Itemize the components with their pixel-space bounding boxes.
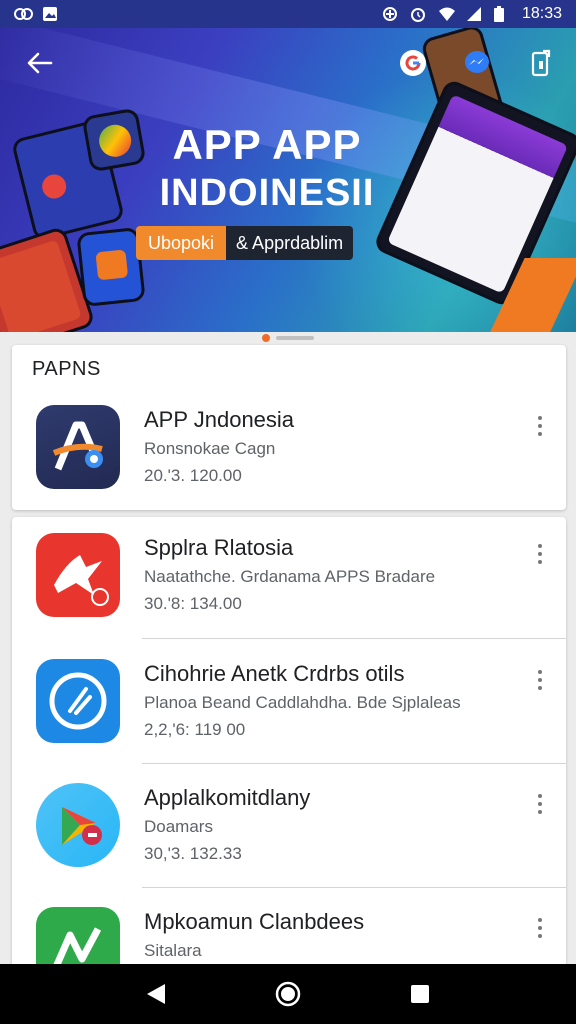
back-triangle-icon [147, 984, 165, 1004]
google-icon [400, 50, 426, 76]
app-name: Applalkomitdlany [144, 785, 311, 810]
messenger-icon [465, 51, 489, 73]
app-name: APP Jndonesia [144, 407, 295, 432]
list-divider [142, 638, 566, 639]
app-icon-play-triangle [36, 783, 120, 867]
back-button[interactable] [20, 43, 60, 83]
app-name: Spplra Rlatosia [144, 535, 294, 560]
wifi-icon [438, 6, 456, 22]
app-description: Sitalara [144, 941, 202, 960]
alarm-icon [410, 6, 428, 22]
google-button[interactable] [398, 48, 428, 78]
data-saver-icon [382, 6, 400, 22]
more-vert-dot-icon [538, 678, 542, 682]
more-vert-dot-icon [538, 552, 542, 556]
carousel-pager [0, 334, 576, 342]
home-circle-icon [275, 981, 301, 1007]
more-options-button[interactable] [528, 789, 552, 819]
more-vert-dot-icon [538, 934, 542, 938]
section-title: PAPNS [32, 358, 101, 380]
decor-phone-screen [95, 249, 129, 281]
featured-section-card: PAPNS APP Jndonesia Ronsnokae Cagn 20.'3… [12, 345, 566, 510]
more-vert-dot-icon [538, 926, 542, 930]
more-vert-dot-icon [538, 416, 542, 420]
hero-title: APP APP INDOINESII [132, 121, 402, 214]
hero-title-line1: APP APP [172, 121, 362, 168]
system-nav-bar [0, 964, 576, 1024]
more-options-button[interactable] [528, 665, 552, 695]
app-icon-red-star [36, 533, 120, 617]
more-vert-dot-icon [538, 686, 542, 690]
hero-banner[interactable]: APP APP INDOINESII Ubopoki & Apprdablim [0, 28, 576, 332]
app-description: Doamars [144, 817, 213, 836]
battery-icon [493, 6, 512, 22]
top-toolbar [0, 28, 576, 98]
app-meta: 30.'8: 134.00 [144, 594, 242, 613]
list-item[interactable]: Applalkomitdlany Doamars 30,'3. 132.33 [12, 767, 566, 891]
app-icon-blue-circle [36, 659, 120, 743]
share-icon [531, 49, 551, 77]
image-notification-icon [42, 6, 60, 22]
list-item[interactable]: Cihohrie Anetk Crdrbs otils Planoa Beand… [12, 643, 566, 767]
app-description: Ronsnokae Cagn [144, 439, 276, 458]
app-meta: 2,2,'6: 119 00 [144, 720, 246, 739]
hero-title-line2: INDOINESII [159, 172, 375, 214]
decor-phone-screen [0, 239, 82, 332]
list-divider [142, 763, 566, 764]
more-vert-dot-icon [538, 544, 542, 548]
list-item[interactable]: Spplra Rlatosia Naatathche. Grdanama APP… [12, 517, 566, 641]
hero-tag-orange: Ubopoki [136, 226, 227, 260]
more-vert-dot-icon [538, 560, 542, 564]
more-vert-dot-icon [538, 424, 542, 428]
signal-icon [466, 6, 484, 22]
arrow-left-icon [27, 52, 53, 74]
more-options-button[interactable] [528, 913, 552, 943]
decor-phone-screen [39, 171, 69, 202]
app-description: Planoa Beand Caddlahdha. Bde Sjplaleas [144, 693, 461, 712]
hero-tagline: Ubopoki & Apprdablim [136, 226, 354, 260]
hero-tag-dark: & Apprdablim [226, 226, 354, 260]
pager-dot-active[interactable] [262, 334, 270, 342]
status-bar: 18:33 [0, 0, 576, 28]
status-time: 18:33 [521, 5, 562, 22]
more-options-button[interactable] [528, 411, 552, 441]
nav-home-button[interactable] [268, 974, 308, 1014]
app-name: Mpkoamun Clanbdees [144, 909, 365, 934]
pager-dot-inactive[interactable] [276, 336, 314, 340]
app-list-card: Spplra Rlatosia Naatathche. Grdanama APP… [12, 517, 566, 991]
decor-phone-screen [96, 122, 134, 160]
more-options-button[interactable] [528, 539, 552, 569]
more-vert-dot-icon [538, 918, 542, 922]
more-vert-dot-icon [538, 802, 542, 806]
vpn-icon [14, 6, 33, 22]
nav-recents-button[interactable] [400, 974, 440, 1014]
list-item-featured[interactable]: APP Jndonesia Ronsnokae Cagn 20.'3. 120.… [12, 389, 566, 513]
more-vert-dot-icon [538, 432, 542, 436]
app-name: Cihohrie Anetk Crdrbs otils [144, 661, 405, 686]
recents-square-icon [411, 985, 429, 1003]
more-vert-dot-icon [538, 810, 542, 814]
list-divider [142, 887, 566, 888]
more-vert-dot-icon [538, 670, 542, 674]
app-icon-app-indonesia [36, 405, 120, 489]
messenger-button[interactable] [462, 48, 492, 78]
app-description: Naatathche. Grdanama APPS Bradare [144, 567, 436, 586]
nav-back-button[interactable] [136, 974, 176, 1014]
app-meta: 20.'3. 120.00 [144, 466, 242, 485]
more-vert-dot-icon [538, 794, 542, 798]
app-meta: 30,'3. 132.33 [144, 844, 242, 863]
share-button[interactable] [526, 48, 556, 78]
